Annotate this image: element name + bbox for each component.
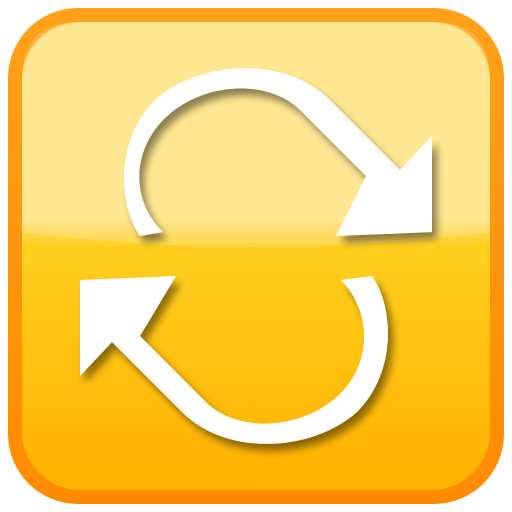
- app-icon[interactable]: [0, 0, 512, 512]
- refresh-icon: [8, 8, 504, 504]
